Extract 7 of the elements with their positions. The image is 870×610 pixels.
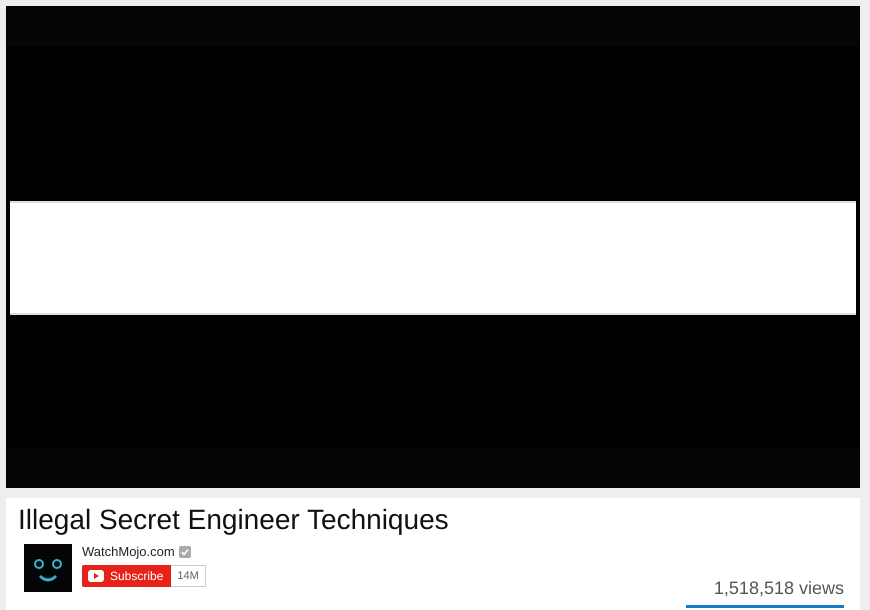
view-count: 1,518,518 views <box>714 578 844 599</box>
subscriber-count: 14M <box>171 565 206 587</box>
channel-name[interactable]: WatchMojo.com <box>82 544 175 559</box>
video-title: Illegal Secret Engineer Techniques <box>18 503 450 537</box>
subscribe-button[interactable]: Subscribe <box>82 565 172 587</box>
avatar-icon[interactable] <box>24 544 72 592</box>
play-icon <box>88 570 104 582</box>
